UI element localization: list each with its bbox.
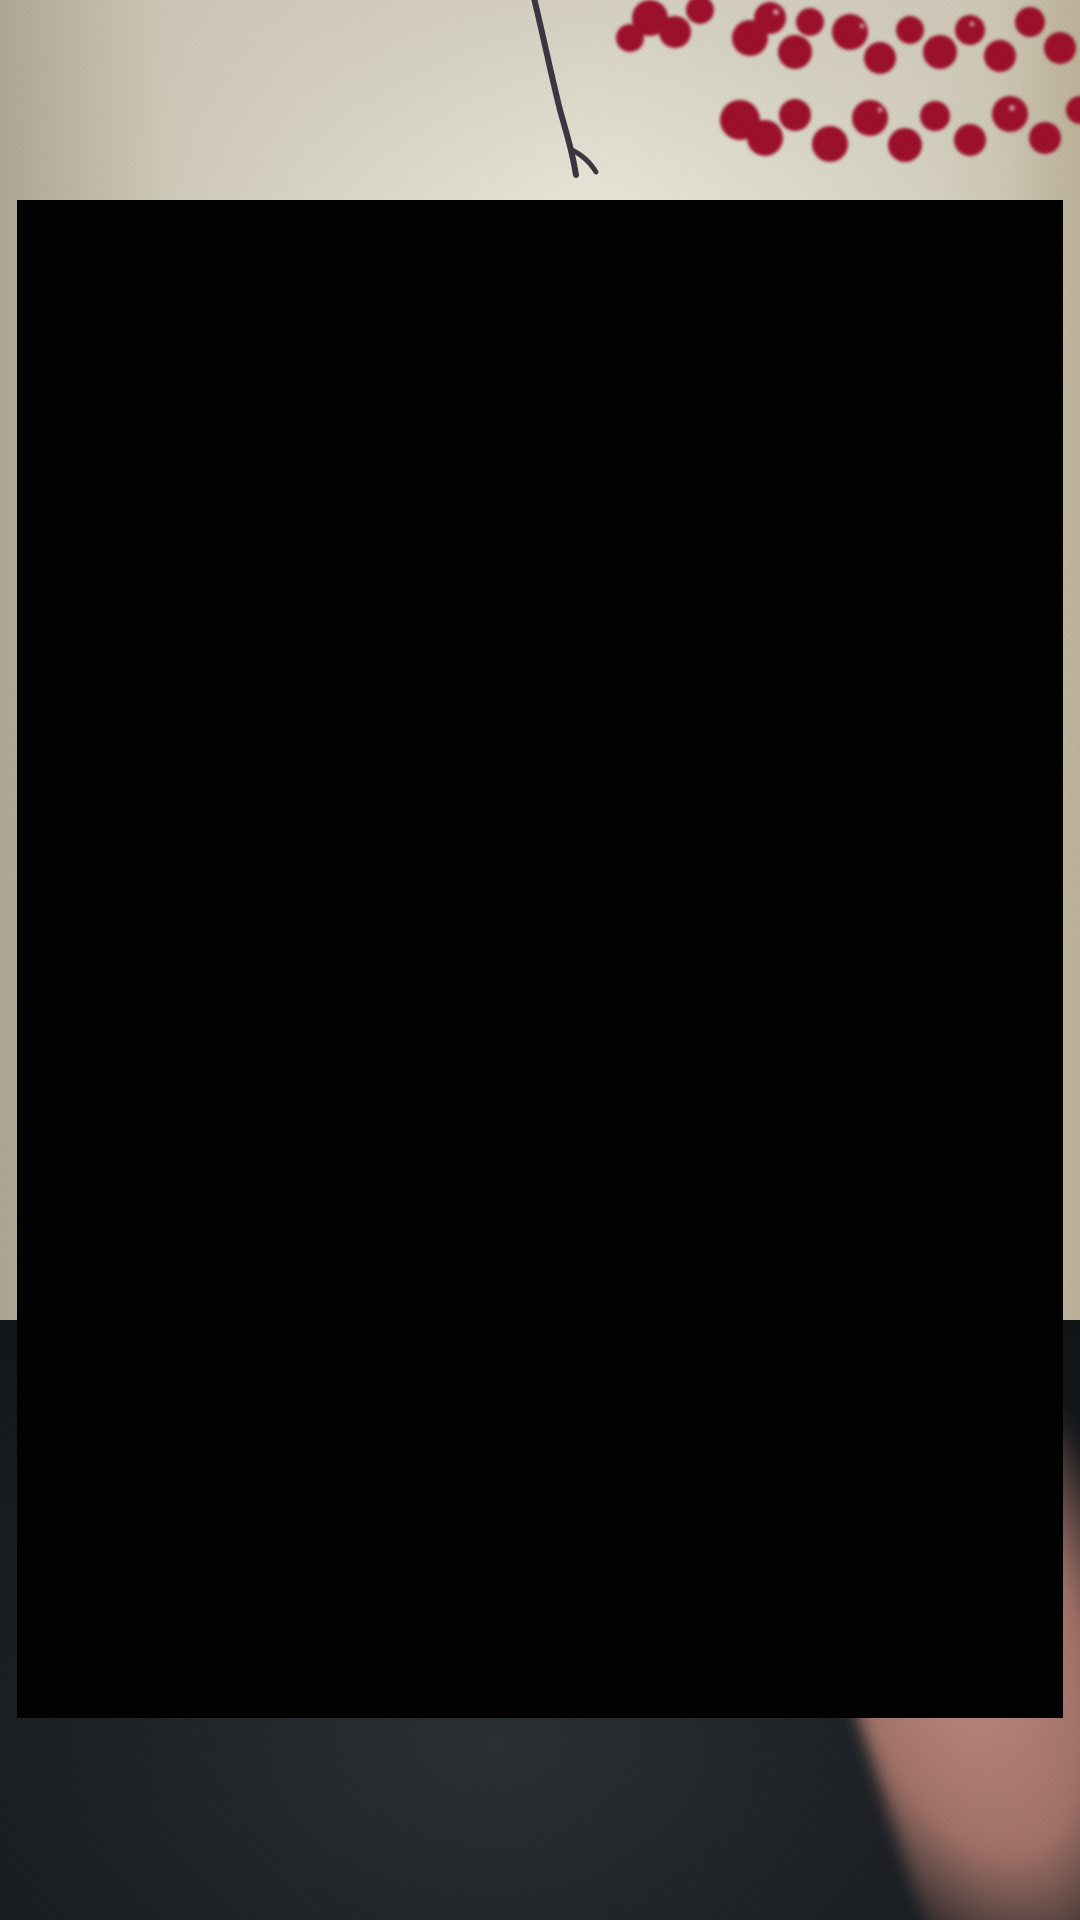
ceiling-blur: [0, 0, 1080, 200]
camera-screen: [0, 0, 1080, 1920]
black-preview-overlay: [17, 200, 1063, 1718]
